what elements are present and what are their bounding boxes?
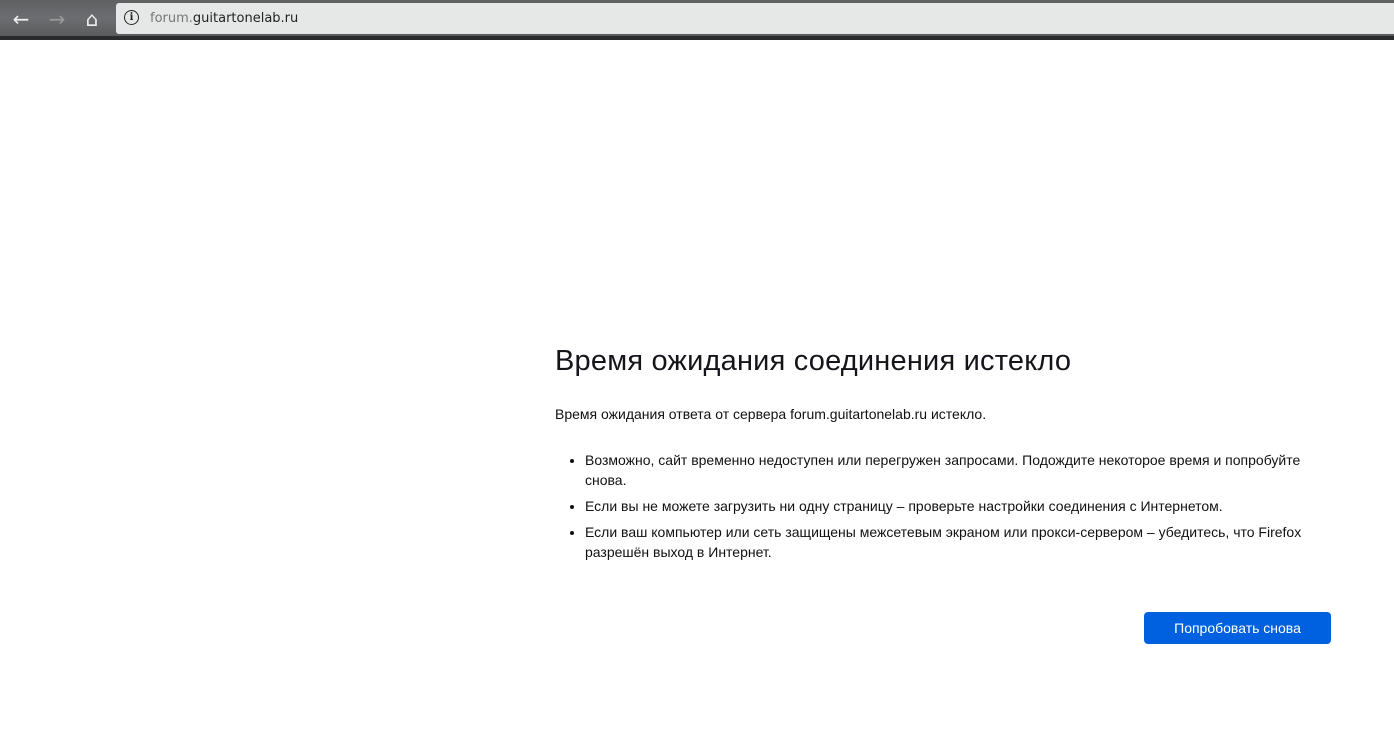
- error-title: Время ожидания соединения истекло: [555, 345, 1072, 377]
- list-item: Если ваш компьютер или сеть защищены меж…: [585, 522, 1335, 562]
- error-content: Время ожидания соединения истекло Время …: [555, 345, 1335, 568]
- url-domain: guitartonelab.ru: [192, 11, 299, 26]
- home-button[interactable]: ⌂: [79, 6, 105, 32]
- back-button[interactable]: ←: [8, 6, 34, 32]
- list-item: Возможно, сайт временно недоступен или п…: [585, 450, 1335, 490]
- url-text[interactable]: forum.guitartonelab.ru: [150, 11, 298, 26]
- retry-button[interactable]: Попробовать снова: [1144, 612, 1331, 644]
- address-bar[interactable]: i forum.guitartonelab.ru: [116, 3, 1394, 34]
- forward-button[interactable]: →: [44, 6, 70, 32]
- list-item: Если вы не можете загрузить ни одну стра…: [585, 496, 1335, 516]
- suggestion-list: Возможно, сайт временно недоступен или п…: [555, 450, 1335, 562]
- url-subdomain: forum.: [150, 11, 193, 26]
- info-icon[interactable]: i: [124, 10, 139, 25]
- browser-toolbar: ← → ⌂ i forum.guitartonelab.ru: [0, 0, 1394, 40]
- error-description: Время ожидания ответа от сервера forum.g…: [555, 406, 987, 422]
